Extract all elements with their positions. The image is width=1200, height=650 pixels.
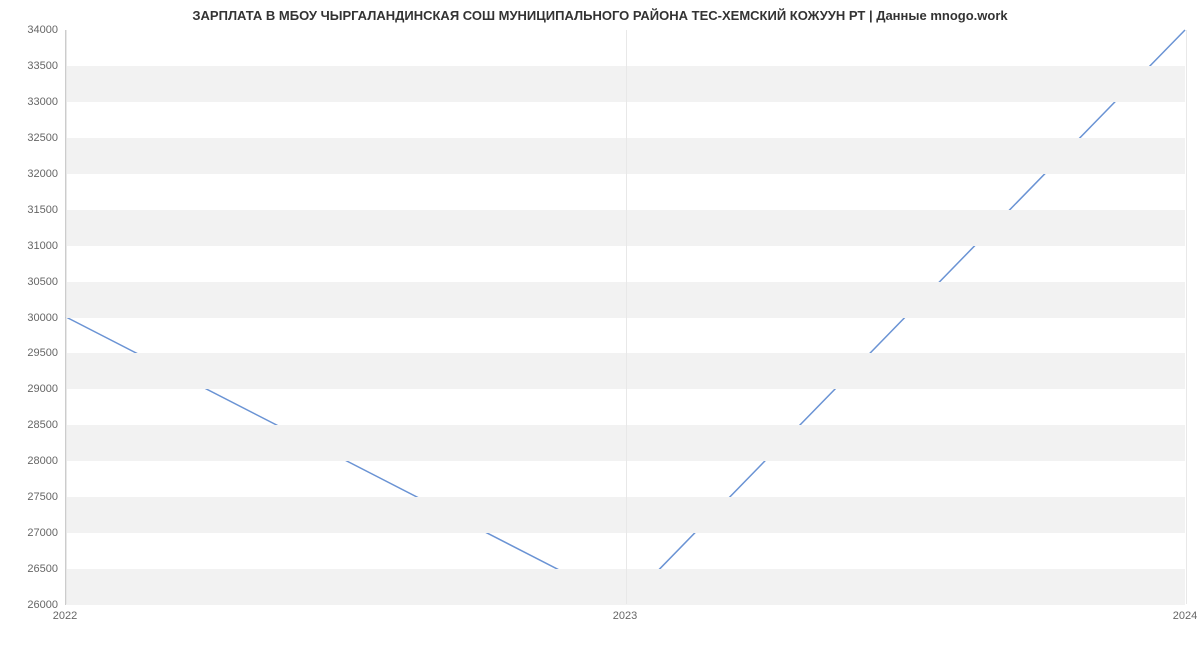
y-tick-label: 26500 bbox=[8, 563, 58, 575]
x-tick-label: 2024 bbox=[1173, 610, 1197, 622]
x-tick-label: 2022 bbox=[53, 610, 77, 622]
y-tick-label: 28000 bbox=[8, 455, 58, 467]
chart-container: ЗАРПЛАТА В МБОУ ЧЫРГАЛАНДИНСКАЯ СОШ МУНИ… bbox=[0, 0, 1200, 650]
y-tick-label: 29500 bbox=[8, 347, 58, 359]
y-tick-label: 30500 bbox=[8, 276, 58, 288]
x-tick-label: 2023 bbox=[613, 610, 637, 622]
x-grid-line bbox=[626, 30, 627, 604]
y-tick-label: 30000 bbox=[8, 312, 58, 324]
y-tick-label: 32500 bbox=[8, 132, 58, 144]
y-tick-label: 33000 bbox=[8, 96, 58, 108]
y-tick-label: 34000 bbox=[8, 24, 58, 36]
y-tick-label: 29000 bbox=[8, 383, 58, 395]
y-tick-label: 26000 bbox=[8, 599, 58, 611]
y-tick-label: 33500 bbox=[8, 60, 58, 72]
x-grid-line bbox=[1186, 30, 1187, 604]
y-tick-label: 32000 bbox=[8, 168, 58, 180]
plot-area bbox=[65, 30, 1185, 605]
y-tick-label: 31000 bbox=[8, 240, 58, 252]
y-tick-label: 28500 bbox=[8, 419, 58, 431]
y-tick-label: 27500 bbox=[8, 491, 58, 503]
chart-title: ЗАРПЛАТА В МБОУ ЧЫРГАЛАНДИНСКАЯ СОШ МУНИ… bbox=[0, 0, 1200, 27]
x-grid-line bbox=[66, 30, 67, 604]
y-tick-label: 27000 bbox=[8, 527, 58, 539]
y-tick-label: 31500 bbox=[8, 204, 58, 216]
